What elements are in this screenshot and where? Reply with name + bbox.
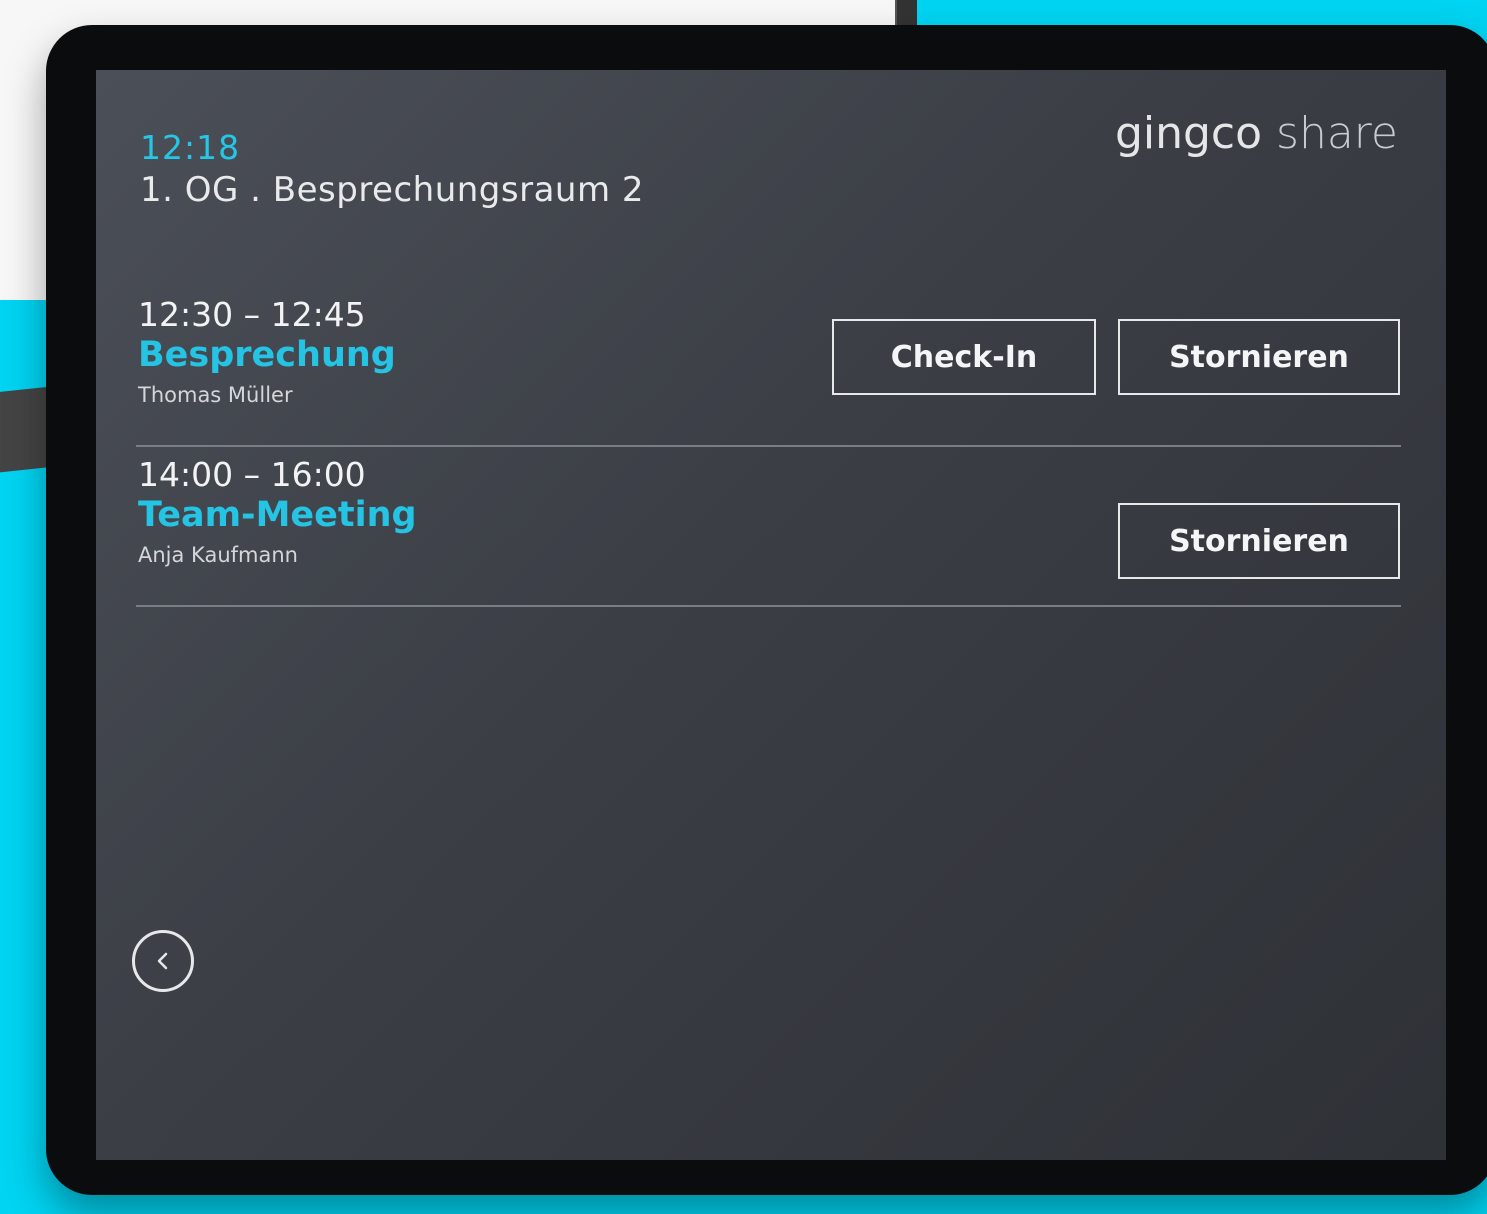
brand-logo-light: share xyxy=(1276,108,1398,159)
brand-logo: gingco share xyxy=(1115,108,1398,159)
room-name: 1. OG . Besprechungsraum 2 xyxy=(140,170,645,210)
cancel-booking-button[interactable]: Stornieren xyxy=(1118,319,1400,395)
booking-time: 12:30 – 12:45 xyxy=(138,295,366,334)
back-button[interactable] xyxy=(132,930,194,992)
booking-title: Team-Meeting xyxy=(138,495,417,535)
cancel-booking-button[interactable]: Stornieren xyxy=(1118,503,1400,579)
chevron-left-icon xyxy=(157,952,168,970)
booking-item: 12:30 – 12:45 Besprechung Thomas Müller … xyxy=(136,295,1401,447)
check-in-button[interactable]: Check-In xyxy=(832,319,1096,395)
current-time: 12:18 xyxy=(140,128,241,167)
booking-time: 14:00 – 16:00 xyxy=(138,455,366,494)
brand-logo-bold: gingco xyxy=(1114,108,1263,159)
booking-organizer: Thomas Müller xyxy=(138,383,293,407)
booking-title: Besprechung xyxy=(138,335,396,375)
room-display-screen: 12:18 1. OG . Besprechungsraum 2 gingco … xyxy=(96,70,1446,1160)
booking-item: 14:00 – 16:00 Team-Meeting Anja Kaufmann… xyxy=(136,455,1401,607)
booking-organizer: Anja Kaufmann xyxy=(138,543,298,567)
